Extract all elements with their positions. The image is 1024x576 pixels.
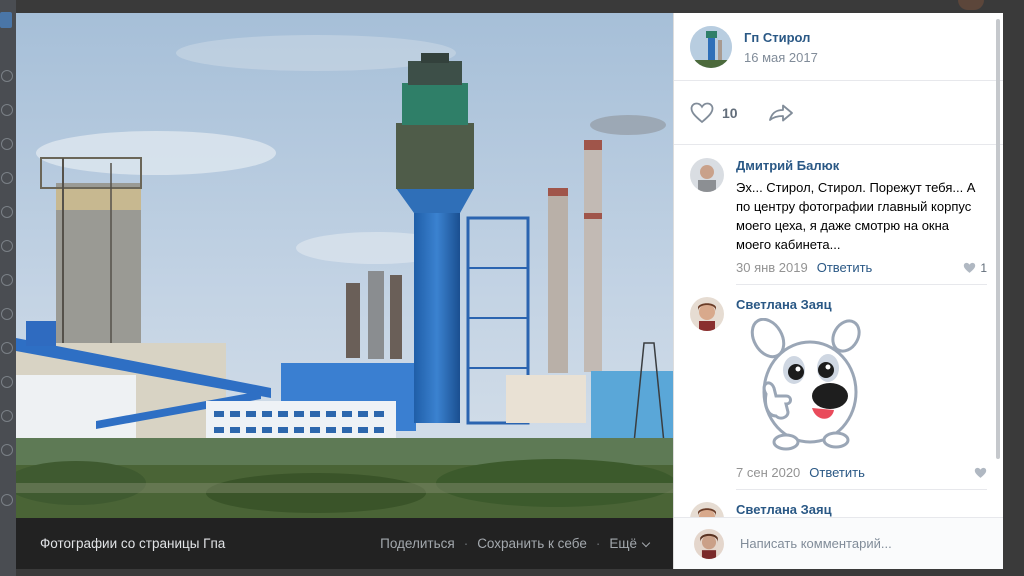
- author-header: Гп Стирол 16 мая 2017: [674, 13, 1003, 81]
- share-link[interactable]: Поделиться: [380, 536, 455, 551]
- current-user-avatar[interactable]: [694, 528, 724, 559]
- info-panel: Гп Стирол 16 мая 2017 10 Дмитрий Балюк Э…: [673, 13, 1003, 569]
- commenter-avatar[interactable]: [690, 297, 724, 331]
- author-name[interactable]: Гп Стирол: [744, 30, 818, 45]
- bookmarks-icon[interactable]: [1, 410, 13, 422]
- separator-dot: ·: [463, 536, 469, 551]
- more-menu[interactable]: Ещё: [609, 536, 651, 551]
- chevron-down-icon: [641, 538, 651, 548]
- videos-icon[interactable]: [1, 308, 13, 320]
- comment-input[interactable]: [740, 536, 960, 551]
- games-icon[interactable]: [1, 342, 13, 354]
- comment-date[interactable]: 30 янв 2019: [736, 260, 808, 275]
- friends-icon[interactable]: [1, 172, 13, 184]
- files-icon[interactable]: [1, 444, 13, 456]
- dog-sticker[interactable]: [746, 317, 864, 454]
- comment-item: Светлана Заяц: [674, 285, 1003, 490]
- comment-body: Светлана Заяц: [736, 502, 987, 517]
- reply-link[interactable]: Ответить: [817, 260, 873, 275]
- comment-body: Светлана Заяц: [736, 297, 987, 490]
- commenter-avatar[interactable]: [690, 502, 724, 517]
- author-info: Гп Стирол 16 мая 2017: [744, 30, 818, 65]
- album-title[interactable]: Фотографии со страницы Гпа: [40, 536, 225, 551]
- industrial-plant-photo: [16, 13, 673, 518]
- photo-bottom-bar: Фотографии со страницы Гпа Поделиться · …: [16, 518, 673, 569]
- comment-composer: [674, 517, 1003, 569]
- comment-text: Эх... Стирол, Стирол. Порежут тебя... А …: [736, 180, 976, 252]
- comment-like-button[interactable]: [974, 467, 987, 479]
- author-avatar[interactable]: [690, 26, 732, 68]
- reply-link[interactable]: Ответить: [809, 465, 865, 480]
- comment-meta: 30 янв 2019 Ответить 1: [736, 260, 987, 275]
- comment-like-count: 1: [980, 260, 987, 275]
- commenter-avatar[interactable]: [690, 158, 724, 192]
- comment-like-button[interactable]: 1: [963, 261, 987, 275]
- commenter-name[interactable]: Светлана Заяц: [736, 502, 987, 517]
- save-link[interactable]: Сохранить к себе: [477, 536, 587, 551]
- comments-list: Дмитрий Балюк Эх... Стирол, Стирол. Поре…: [674, 146, 1003, 517]
- comments-scrollbar[interactable]: [996, 19, 1000, 459]
- profile-icon[interactable]: [1, 70, 13, 82]
- photo-viewer: Фотографии со страницы Гпа Поделиться · …: [16, 13, 1003, 569]
- comment-item: Дмитрий Балюк Эх... Стирол, Стирол. Поре…: [674, 146, 1003, 285]
- separator-dot: ·: [595, 536, 601, 551]
- share-icon[interactable]: [768, 103, 794, 123]
- comment-date[interactable]: 7 сен 2020: [736, 465, 800, 480]
- photo-actions: Поделиться · Сохранить к себе · Ещё: [380, 536, 651, 551]
- left-nav-strip: [0, 0, 16, 576]
- commenter-name[interactable]: Дмитрий Балюк: [736, 158, 987, 173]
- comment-item: Светлана Заяц: [674, 490, 1003, 517]
- commenter-name[interactable]: Светлана Заяц: [736, 297, 987, 312]
- heart-icon[interactable]: [690, 102, 714, 124]
- more-label: Ещё: [609, 536, 637, 551]
- music-icon[interactable]: [1, 274, 13, 286]
- heart-icon: [964, 262, 976, 273]
- photo[interactable]: Фотографии со страницы Гпа Поделиться · …: [16, 13, 673, 569]
- groups-icon[interactable]: [1, 206, 13, 218]
- messages-icon[interactable]: [1, 138, 13, 150]
- ads-icon[interactable]: [1, 494, 13, 506]
- comment-meta: 7 сен 2020 Ответить: [736, 465, 987, 480]
- photos-icon[interactable]: [1, 240, 13, 252]
- news-icon[interactable]: [1, 104, 13, 116]
- post-date: 16 мая 2017: [744, 49, 818, 65]
- like-count: 10: [722, 104, 738, 121]
- vk-logo-icon: [0, 12, 12, 28]
- comment-body: Дмитрий Балюк Эх... Стирол, Стирол. Поре…: [736, 158, 987, 285]
- heart-icon: [974, 467, 987, 478]
- market-icon[interactable]: [1, 376, 13, 388]
- likes-row: 10: [674, 81, 1003, 145]
